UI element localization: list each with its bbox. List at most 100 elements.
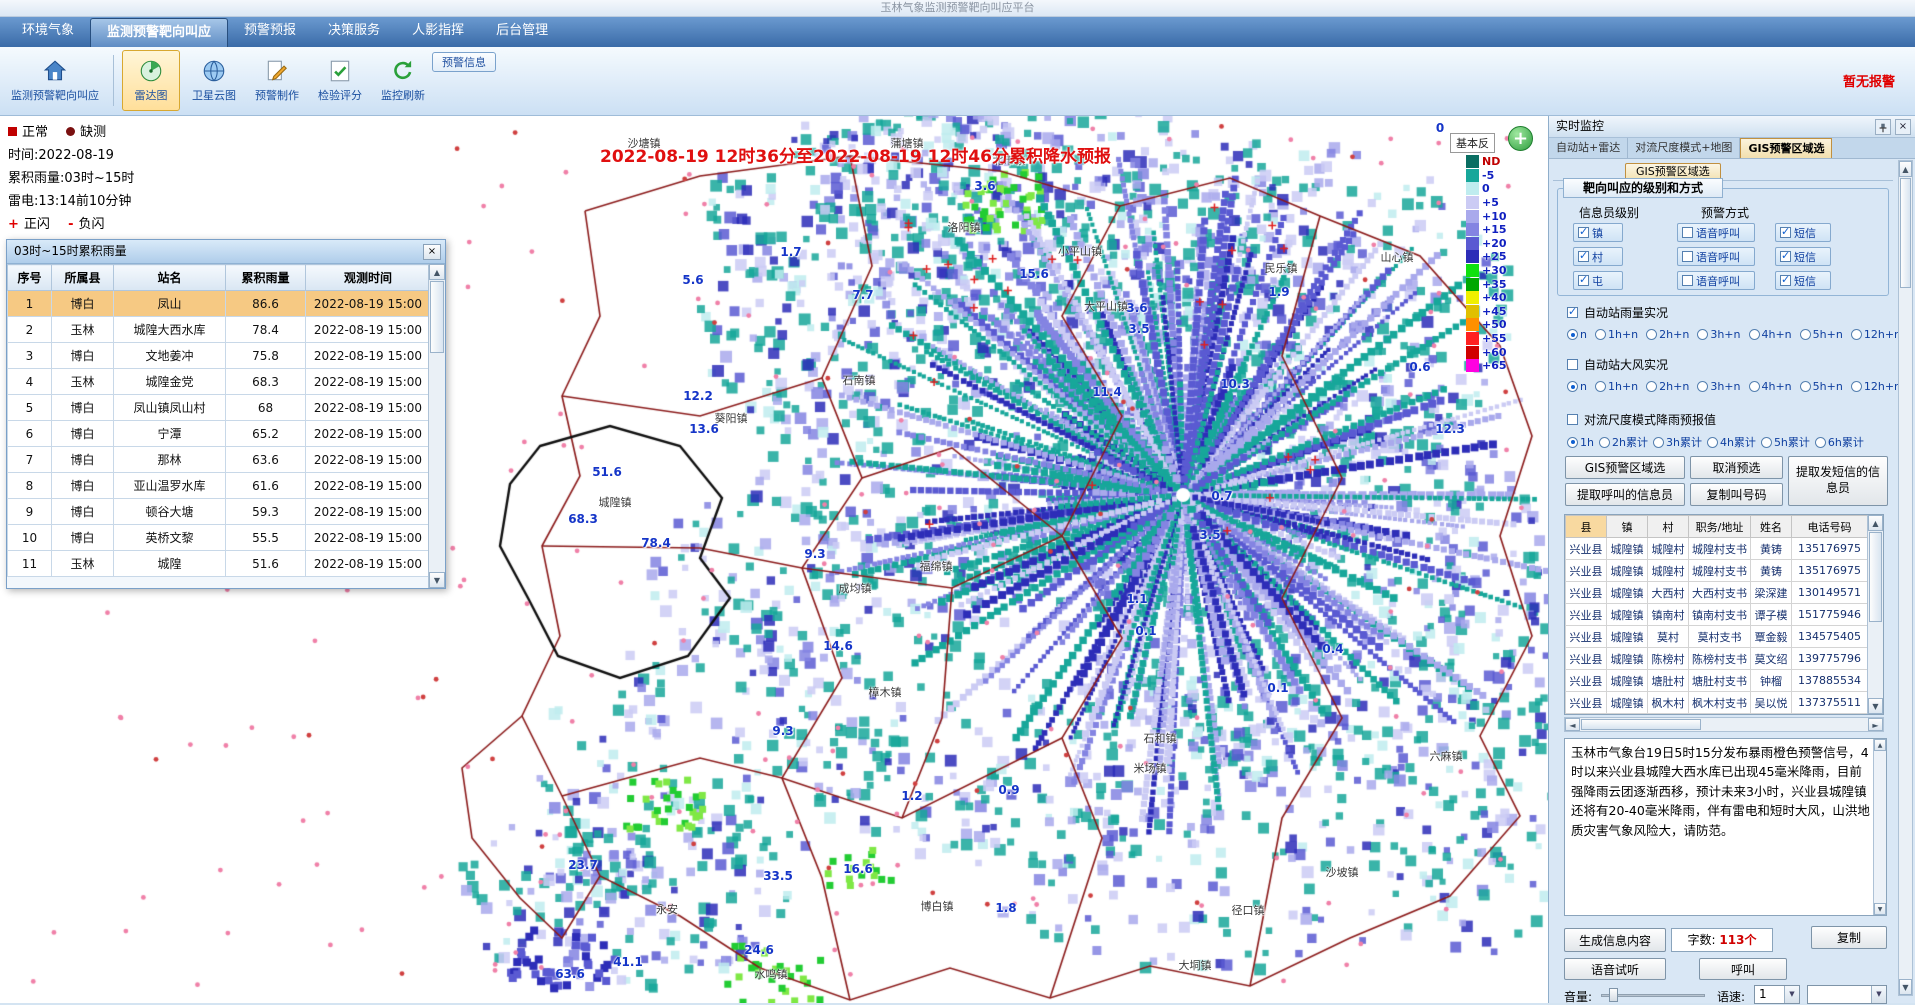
radio-option[interactable]: 5h+n: [1800, 380, 1843, 393]
toolbar-button-home[interactable]: 监测预警靶向叫应: [5, 50, 105, 111]
rain-table-row[interactable]: 7博白那林63.62022-08-19 15:00: [8, 447, 431, 473]
chevron-down-icon[interactable]: ▼: [1784, 986, 1799, 1003]
rain-column-header[interactable]: 所属县: [52, 265, 114, 291]
toolbar-button-satellite[interactable]: 卫星云图: [185, 50, 243, 111]
sms-option[interactable]: 短信: [1775, 247, 1831, 266]
contacts-column-header[interactable]: 县: [1566, 516, 1607, 538]
rain-column-header[interactable]: 观测时间: [306, 265, 431, 291]
rain-table-row[interactable]: 9博白顿谷大塘59.32022-08-19 15:00: [8, 499, 431, 525]
scroll-up-icon[interactable]: ▲: [429, 264, 445, 280]
contacts-column-header[interactable]: 镇: [1607, 516, 1648, 538]
radio-option[interactable]: 5h累计: [1761, 434, 1810, 450]
radio-option[interactable]: 4h累计: [1707, 434, 1756, 450]
scroll-right-icon[interactable]: ►: [1868, 718, 1883, 731]
contacts-row[interactable]: 兴业县城隍镇城隍村城隍村支书黄铸135176975: [1566, 538, 1868, 560]
pin-icon[interactable]: [1875, 119, 1891, 135]
scroll-thumb[interactable]: [1581, 719, 1701, 730]
rain-table-row[interactable]: 2玉林城隍大西水库78.42022-08-19 15:00: [8, 317, 431, 343]
voice-call-option[interactable]: 语音呼叫: [1677, 223, 1755, 242]
copy-message-button[interactable]: 复制: [1811, 926, 1887, 949]
panel-tab[interactable]: 对流尺度模式+地图: [1628, 138, 1740, 158]
rain-column-header[interactable]: 序号: [8, 265, 52, 291]
extract-call-contacts-button[interactable]: 提取呼叫的信息员: [1565, 483, 1685, 506]
copy-number-button[interactable]: 复制叫号码: [1690, 483, 1783, 506]
contacts-row[interactable]: 兴业县城隍镇莫村莫村支书覃金毅134575405: [1566, 626, 1868, 648]
speed-select[interactable]: 1 ▼: [1754, 985, 1800, 1004]
scroll-thumb[interactable]: [1900, 178, 1911, 288]
close-icon[interactable]: ×: [423, 244, 441, 260]
scroll-thumb[interactable]: [430, 281, 444, 353]
sms-option[interactable]: 短信: [1775, 223, 1831, 242]
contacts-row[interactable]: 兴业县城隍镇大西村大西村支书梁深建130149571: [1566, 582, 1868, 604]
zoom-in-button[interactable]: +: [1508, 126, 1533, 151]
scroll-left-icon[interactable]: ◄: [1565, 718, 1580, 731]
rain-table-row[interactable]: 3博白文地姜冲75.82022-08-19 15:00: [8, 343, 431, 369]
contacts-hscrollbar[interactable]: ◄ ►: [1564, 717, 1884, 732]
gis-region-select-button[interactable]: GIS预警区域选: [1565, 456, 1685, 479]
rain-table-row[interactable]: 8博白亚山温罗水库61.62022-08-19 15:00: [8, 473, 431, 499]
contacts-column-header[interactable]: 姓名: [1751, 516, 1792, 538]
panel-vscrollbar[interactable]: ▲ ▼: [1898, 160, 1913, 996]
panel-tab[interactable]: GIS预警区域选: [1740, 138, 1832, 158]
radar-map[interactable]: 沙塘镇蒲塘镇北市镇洛阳镇小平山镇民乐镇山心镇大平山镇石南镇葵阳镇城隍镇福绵镇成均…: [0, 116, 1548, 1003]
rain-live-check[interactable]: 自动站雨量实况: [1567, 304, 1668, 321]
rain-table-row[interactable]: 6博白宁潭65.22022-08-19 15:00: [8, 421, 431, 447]
rain-table-row[interactable]: 5博白凤山镇凤山村682022-08-19 15:00: [8, 395, 431, 421]
close-icon[interactable]: ×: [1895, 119, 1911, 135]
scroll-thumb[interactable]: [1869, 532, 1882, 622]
rain-table-row[interactable]: 4玉林城隍金党68.32022-08-19 15:00: [8, 369, 431, 395]
scroll-up-icon[interactable]: ▲: [1874, 739, 1886, 751]
contacts-column-header[interactable]: 村: [1648, 516, 1689, 538]
rain-table-scrollbar[interactable]: ▲ ▼: [428, 264, 445, 588]
radio-option[interactable]: 4h+n: [1749, 380, 1792, 393]
rain-table-row[interactable]: 10博白英桥文黎55.52022-08-19 15:00: [8, 525, 431, 551]
contacts-row[interactable]: 兴业县城隍镇塘肚村塘肚村支书钟榴137885534: [1566, 670, 1868, 692]
wind-live-check[interactable]: 自动站大风实况: [1567, 356, 1668, 373]
menu-tab[interactable]: 人影指挥: [396, 17, 480, 47]
menu-tab[interactable]: 决策服务: [312, 17, 396, 47]
radio-option[interactable]: 4h+n: [1749, 328, 1792, 341]
menu-tab[interactable]: 监测预警靶向叫应: [90, 18, 228, 47]
call-button[interactable]: 呼叫: [1699, 958, 1787, 980]
contacts-row[interactable]: 兴业县城隍镇镇南村镇南村支书谭子模151775946: [1566, 604, 1868, 626]
radio-option[interactable]: 12h+n: [1851, 328, 1901, 341]
radio-option[interactable]: n: [1567, 380, 1587, 393]
menu-tab[interactable]: 预警预报: [228, 17, 312, 47]
generate-message-button[interactable]: 生成信息内容: [1564, 928, 1666, 952]
scroll-down-icon[interactable]: ▼: [1868, 698, 1883, 714]
contacts-vscrollbar[interactable]: ▲ ▼: [1867, 515, 1883, 714]
contacts-column-header[interactable]: 电话号码: [1792, 516, 1868, 538]
checkbox-icon[interactable]: [1567, 414, 1578, 425]
checkbox-icon[interactable]: [1567, 359, 1578, 370]
level-option[interactable]: 屯: [1573, 271, 1623, 290]
scroll-down-icon[interactable]: ▼: [1899, 979, 1912, 995]
radio-option[interactable]: 2h+n: [1646, 328, 1689, 341]
slider-thumb[interactable]: [1609, 988, 1618, 1002]
cancel-preselect-button[interactable]: 取消预选: [1690, 456, 1783, 479]
menu-tab[interactable]: 环境气象: [6, 17, 90, 47]
scroll-up-icon[interactable]: ▲: [1868, 515, 1883, 531]
scroll-up-icon[interactable]: ▲: [1899, 161, 1912, 177]
radio-option[interactable]: 3h累计: [1653, 434, 1702, 450]
chevron-down-icon[interactable]: ▼: [1871, 986, 1886, 1003]
sms-option[interactable]: 短信: [1775, 271, 1831, 290]
panel-tab[interactable]: 自动站+雷达: [1549, 138, 1628, 158]
extract-sms-contacts-button[interactable]: 提取发短信的信息员: [1788, 456, 1888, 506]
radio-option[interactable]: n: [1567, 328, 1587, 341]
toolbar-button-radar[interactable]: 雷达图: [122, 50, 180, 111]
voice-select[interactable]: ▼: [1807, 985, 1887, 1004]
voice-call-option[interactable]: 语音呼叫: [1677, 271, 1755, 290]
voice-call-option[interactable]: 语音呼叫: [1677, 247, 1755, 266]
menu-tab[interactable]: 后台管理: [480, 17, 564, 47]
toolbar-button-score[interactable]: 检验评分: [311, 50, 369, 111]
contacts-row[interactable]: 兴业县城隍镇城隍村城隍村支书黄铸135176975: [1566, 560, 1868, 582]
scroll-down-icon[interactable]: ▼: [429, 572, 445, 588]
radio-option[interactable]: 1h+n: [1595, 328, 1638, 341]
volume-slider[interactable]: [1601, 987, 1705, 1003]
radio-option[interactable]: 1h: [1567, 436, 1594, 449]
contacts-row[interactable]: 兴业县城隍镇枫木村枫木村支书吴以悦137375511: [1566, 692, 1868, 714]
contacts-row[interactable]: 兴业县城隍镇陈榜村陈榜村支书莫文绍139775796: [1566, 648, 1868, 670]
contacts-column-header[interactable]: 职务/地址: [1689, 516, 1751, 538]
voice-preview-button[interactable]: 语音试听: [1564, 958, 1666, 980]
level-option[interactable]: 村: [1573, 247, 1623, 266]
